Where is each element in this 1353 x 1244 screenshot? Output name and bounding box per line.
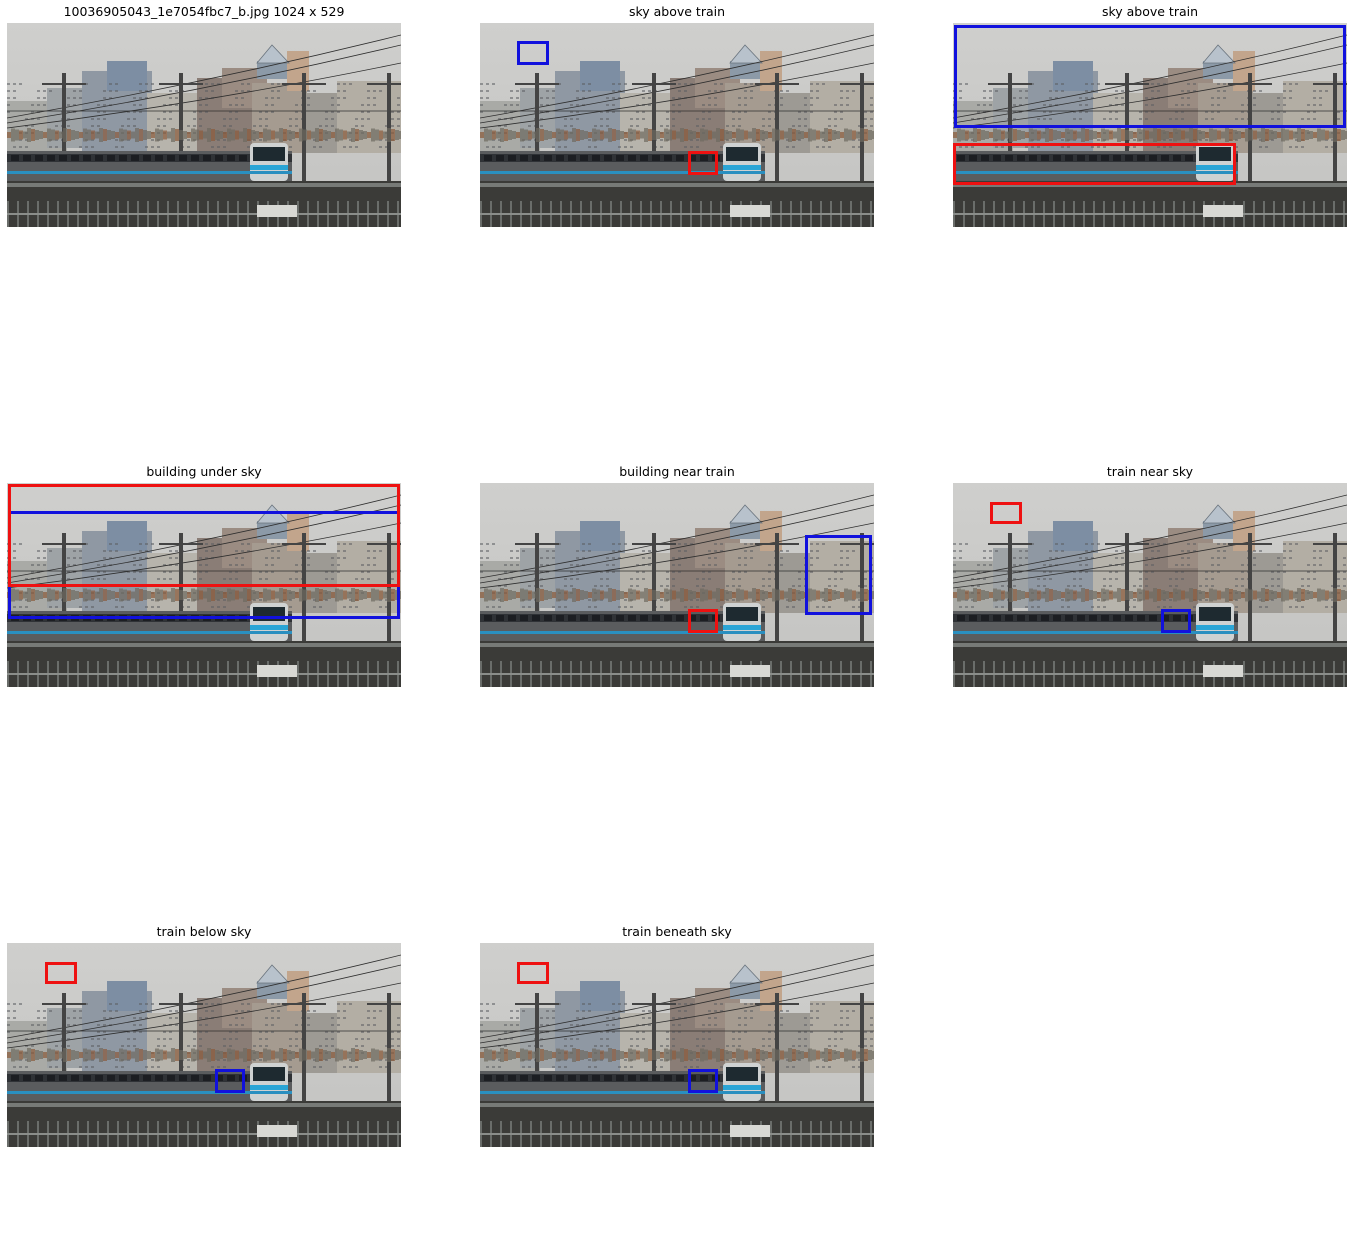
subject-box (215, 1069, 245, 1093)
panel-title: train near sky (1106, 464, 1194, 479)
object-box (8, 484, 400, 587)
object-box (688, 609, 718, 633)
object-box (688, 151, 718, 175)
object-box (45, 962, 77, 984)
scene-photo (480, 943, 874, 1147)
scene-photo (480, 483, 874, 687)
scene-photo (953, 23, 1347, 227)
subject-box (688, 1069, 718, 1093)
scene-photo (953, 483, 1347, 687)
object-box (953, 143, 1236, 185)
panel-title: building near train (619, 464, 735, 479)
scene-photo (7, 943, 401, 1147)
subject-box (805, 535, 872, 615)
subject-box (517, 41, 549, 65)
scene-photo (480, 23, 874, 227)
panel-title: 10036905043_1e7054fbc7_b.jpg 1024 x 529 (63, 4, 345, 19)
panel-title: building under sky (146, 464, 262, 479)
subject-box (1161, 609, 1191, 633)
scene-photo (7, 483, 401, 687)
panel-title: sky above train (1101, 4, 1199, 19)
photo-render (7, 23, 401, 227)
object-box (517, 962, 549, 984)
scene-photo (7, 23, 401, 227)
subject-box (954, 25, 1346, 128)
object-box (990, 502, 1022, 524)
panel-title: train below sky (156, 924, 252, 939)
panel-title: train beneath sky (622, 924, 732, 939)
panel-title: sky above train (628, 4, 726, 19)
